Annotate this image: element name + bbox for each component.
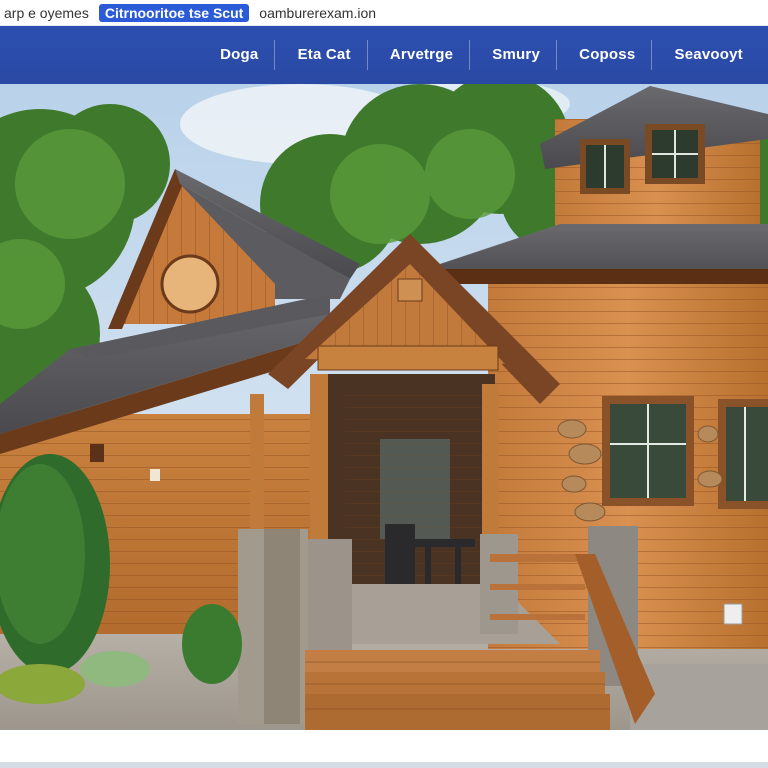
url-text[interactable]: oamburerexam.ion — [259, 5, 376, 21]
web-page: arp е oyemes Citrnooritoe tse Scut oambu… — [0, 0, 768, 768]
main-nav: Doga Eta Cat Arvetrge Smury Coposs Seavo… — [0, 26, 768, 84]
nav-item-arvetrge[interactable]: Arvetrge — [374, 40, 471, 70]
house-photo — [0, 84, 768, 730]
nav-item-coposs[interactable]: Coposs — [563, 40, 653, 70]
site-name[interactable]: arp е oyemes — [4, 5, 89, 21]
nav-list: Doga Eta Cat Arvetrge Smury Coposs Seavo… — [195, 26, 768, 84]
url-highlight[interactable]: Citrnooritoe tse Scut — [98, 3, 250, 22]
nav-item-seavooyt[interactable]: Seavooyt — [659, 40, 759, 70]
footer-divider — [0, 762, 768, 768]
footer-strip — [0, 730, 768, 768]
hero-image — [0, 84, 768, 730]
nav-item-eta-cat[interactable]: Eta Cat — [282, 40, 368, 70]
address-strip: arp е oyemes Citrnooritoe tse Scut oambu… — [0, 0, 768, 26]
nav-item-smury[interactable]: Smury — [476, 40, 557, 70]
nav-item-doga[interactable]: Doga — [204, 40, 276, 70]
